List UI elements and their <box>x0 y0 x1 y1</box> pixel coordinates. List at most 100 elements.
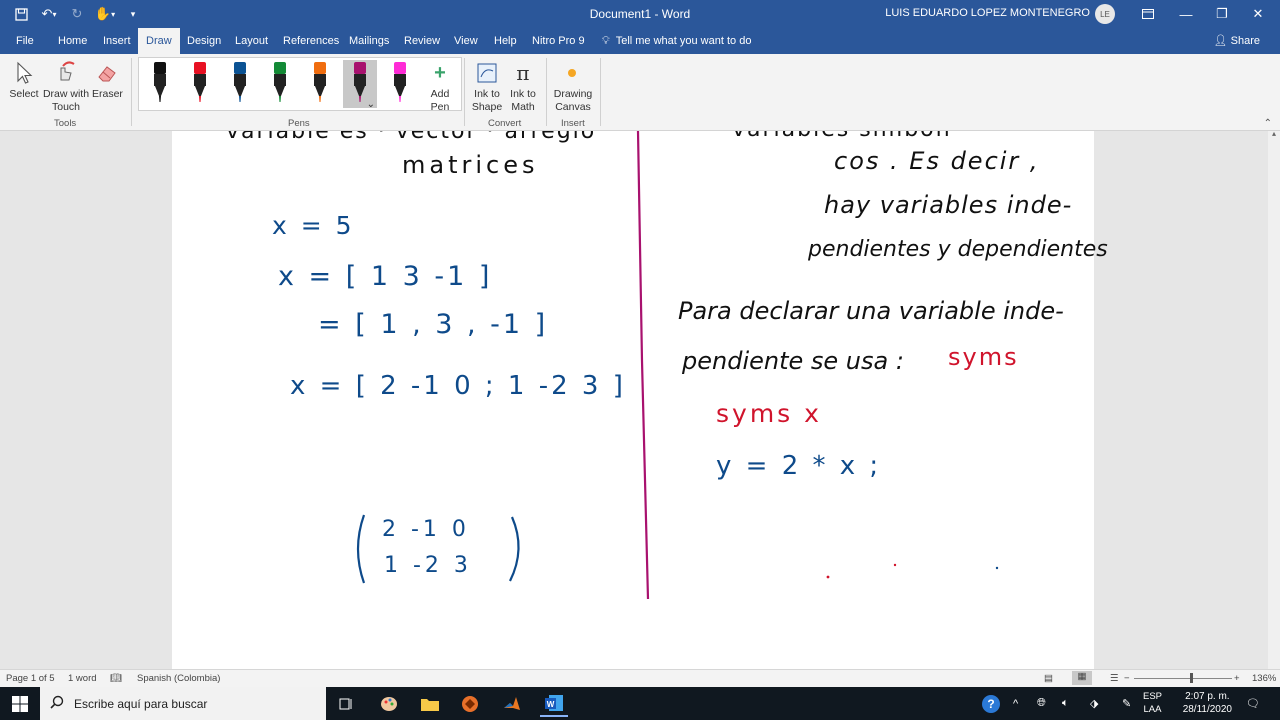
add-pen-button[interactable]: + Add Pen <box>424 58 456 114</box>
pen-7-button[interactable] <box>383 60 417 108</box>
pens-gallery: ⌄ <box>138 57 462 111</box>
drawing-canvas-button[interactable]: Drawing Canvas <box>552 58 592 114</box>
pen-5-button[interactable] <box>303 60 337 108</box>
tab-view[interactable]: View <box>446 28 486 54</box>
tab-mailings[interactable]: Mailings <box>341 28 397 54</box>
ink-matrix-row-2: 1 -2 3 <box>384 553 472 578</box>
tab-review[interactable]: Review <box>396 28 448 54</box>
ink-syms-x: syms x <box>716 399 822 428</box>
vertical-scrollbar[interactable]: ▴ <box>1268 131 1280 669</box>
drawing-canvas-icon <box>552 58 592 88</box>
pen-6-button[interactable]: ⌄ <box>343 60 377 110</box>
zoom-slider-thumb[interactable] <box>1190 673 1193 683</box>
tab-references[interactable]: References <box>275 28 347 54</box>
convert-group-label: Convert <box>488 118 522 129</box>
cursor-arrow-icon <box>8 58 40 88</box>
read-mode-icon[interactable]: ▤ <box>1044 673 1053 684</box>
avatar[interactable]: LE <box>1095 4 1115 24</box>
taskbar-search[interactable]: Escribe aquí para buscar <box>40 687 326 720</box>
tab-home[interactable]: Home <box>50 28 95 54</box>
volume-icon[interactable]: 🔈︎ <box>1062 687 1069 720</box>
web-layout-icon[interactable]: ☰ <box>1110 673 1119 684</box>
ink-right-line-4: Para declarar una variable inde- <box>678 297 1064 325</box>
word-count[interactable]: 1 word <box>68 673 97 684</box>
draw-with-touch-button[interactable]: Draw with Touch <box>42 58 89 114</box>
proofing-icon[interactable]: 📖︎ <box>110 673 122 684</box>
zoom-slider[interactable] <box>1134 678 1232 679</box>
clock[interactable]: 2:07 p. m. 28/11/2020 <box>1183 690 1232 716</box>
matlab-app-icon[interactable] <box>498 691 526 717</box>
ink-to-math-button[interactable]: π Ink to Math <box>506 58 540 114</box>
ink-right-line-3: pendientes y dependientes <box>808 237 1108 262</box>
tab-insert[interactable]: Insert <box>95 28 139 54</box>
tell-me-search[interactable]: 💡︎ Tell me what you want to do <box>602 28 751 54</box>
tab-design[interactable]: Design <box>179 28 229 54</box>
language-status[interactable]: Spanish (Colombia) <box>137 673 220 684</box>
word-app-icon[interactable]: W <box>540 691 568 717</box>
document-page[interactable]: variable es · vector · arreglo matrices … <box>172 131 1108 669</box>
separator <box>600 58 601 126</box>
ink-right-line-1: cos . Es decir , <box>834 147 1040 175</box>
tab-help[interactable]: Help <box>486 28 525 54</box>
eraser-icon <box>92 58 122 88</box>
pen-options-chevron-icon[interactable]: ⌄ <box>367 99 375 110</box>
zoom-level[interactable]: 136% <box>1252 673 1276 684</box>
scroll-up-icon[interactable]: ▴ <box>1268 131 1280 138</box>
ink-shape-icon <box>470 58 504 88</box>
status-bar: Page 1 of 5 1 word 📖︎ Spanish (Colombia)… <box>0 669 1280 687</box>
windows-start-icon[interactable] <box>6 691 34 717</box>
clock-time: 2:07 p. m. <box>1185 691 1230 702</box>
title-bar: ↶ ▾ ↻ ✋ ▾ ▾ Document1 - Word LUIS EDUARDO … <box>0 0 1280 28</box>
input-language[interactable]: ESP LAA <box>1143 690 1162 716</box>
user-name[interactable]: LUIS EDUARDO LOPEZ MONTENEGRO <box>885 7 1090 19</box>
dropbox-icon[interactable]: ⬗ <box>1090 687 1098 720</box>
drawing-canvas-label: Drawing Canvas <box>553 88 593 113</box>
ink-matrices: matrices <box>402 151 539 179</box>
tab-draw[interactable]: Draw <box>138 28 180 54</box>
collapse-ribbon-icon[interactable]: ⌃ <box>1264 118 1272 129</box>
select-button[interactable]: Select <box>8 58 40 101</box>
document-area: variable es · vector · arreglo matrices … <box>0 131 1280 669</box>
share-label: Share <box>1230 35 1260 47</box>
task-view-icon[interactable] <box>332 691 360 717</box>
share-button[interactable]: 👤︎ Share <box>1214 28 1260 54</box>
zoom-out-icon[interactable]: − <box>1124 673 1130 684</box>
pen-icon <box>394 62 406 102</box>
file-explorer-icon[interactable] <box>416 691 444 717</box>
pen-4-button[interactable] <box>263 60 297 108</box>
ink-y-equals-2x: y = 2 * x ; <box>716 451 882 481</box>
notifications-icon[interactable]: 🗨︎ <box>1246 687 1260 720</box>
zoom-in-icon[interactable]: + <box>1234 673 1240 684</box>
restore-icon[interactable]: ❐ <box>1204 0 1240 28</box>
minimize-icon[interactable]: — <box>1168 0 1204 28</box>
show-hidden-icons-icon[interactable]: ^ <box>1013 687 1018 720</box>
pen-2-button[interactable] <box>183 60 217 108</box>
search-placeholder: Escribe aquí para buscar <box>74 696 208 711</box>
ribbon-display-options-icon[interactable] <box>1130 0 1166 28</box>
ink-to-shape-button[interactable]: Ink to Shape <box>470 58 504 114</box>
ink-right-line-5: pendiente se usa : <box>682 347 904 375</box>
tab-file[interactable]: File <box>8 28 42 54</box>
pen-icon <box>234 62 246 102</box>
pen-icon <box>354 62 366 102</box>
print-layout-icon[interactable]: ▦ <box>1072 671 1092 685</box>
tab-nitro[interactable]: Nitro Pro 9 <box>524 28 593 54</box>
pen-icon <box>154 62 166 102</box>
eraser-button[interactable]: Eraser <box>92 58 123 101</box>
ink-vector-row: x = [ 1 3 -1 ] <box>278 261 493 292</box>
close-icon[interactable]: ✕ <box>1240 0 1276 28</box>
whiteboard-app-icon[interactable] <box>456 691 484 717</box>
network-icon[interactable]: 🌐︎ <box>1037 687 1046 720</box>
pen-3-button[interactable] <box>223 60 257 108</box>
page-count[interactable]: Page 1 of 5 <box>6 673 55 684</box>
ribbon-draw: Select Draw with Touch Eraser Tools ⌄ Pe… <box>0 54 1280 131</box>
ink-syms-keyword: syms <box>948 343 1019 371</box>
pen-workspace-icon[interactable]: ✎ <box>1122 687 1131 720</box>
ink-right-line-2: hay variables inde- <box>824 191 1073 219</box>
help-tray-icon[interactable]: ? <box>982 687 1000 720</box>
pen-1-button[interactable] <box>143 60 177 108</box>
ink-matrix-row-1: 2 -1 0 <box>382 517 470 542</box>
tab-layout[interactable]: Layout <box>227 28 276 54</box>
paint-app-icon[interactable] <box>375 691 403 717</box>
ink-divider-line <box>636 131 650 600</box>
